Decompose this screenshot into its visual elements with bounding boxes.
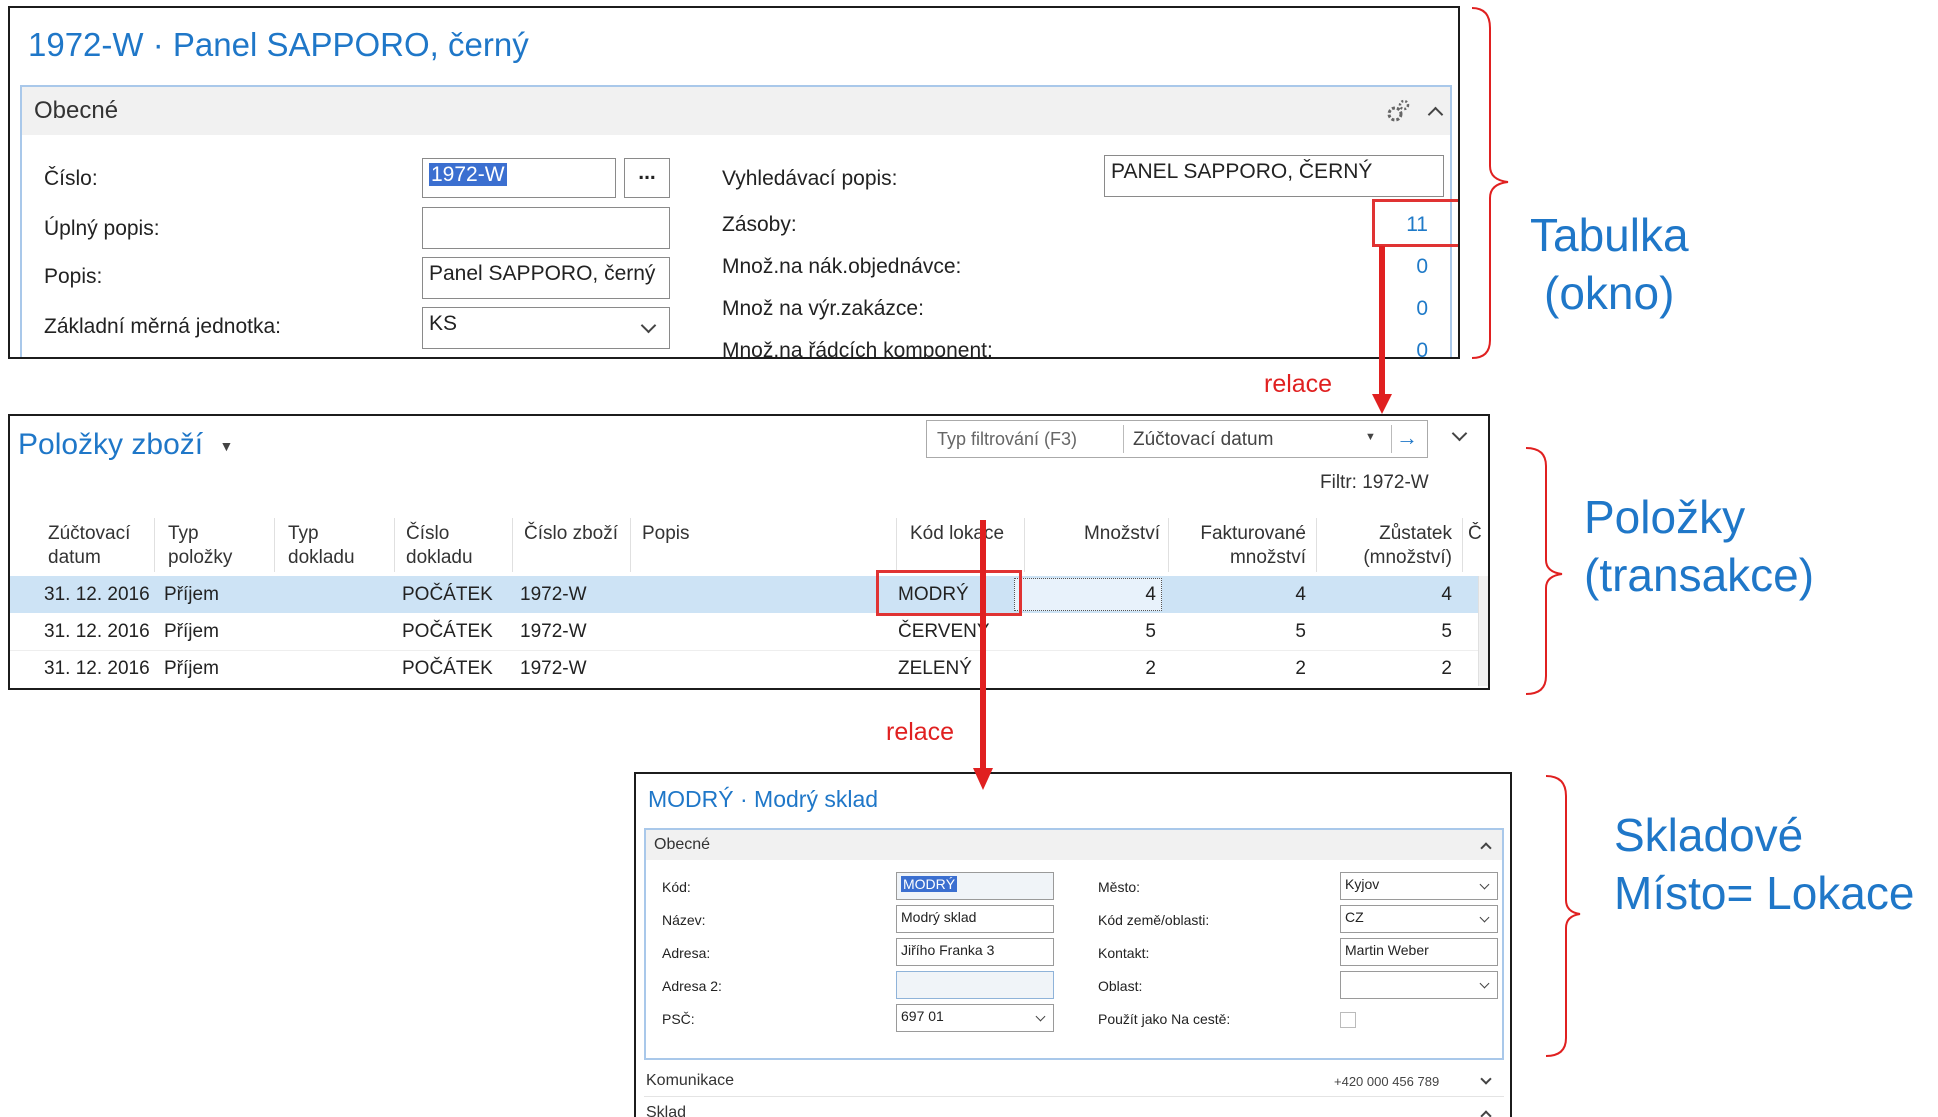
annotation-polozky-line1: Položky — [1584, 491, 1746, 543]
annotation-tabulka: Tabulka (okno) — [1530, 206, 1689, 322]
annotation-sklad-line1: Skladové — [1614, 809, 1804, 861]
annotation-sklad: Skladové Místo= Lokace — [1614, 806, 1914, 922]
annotation-tabulka-line2: (okno) — [1544, 267, 1675, 319]
annotation-polozky: Položky (transakce) — [1584, 488, 1814, 604]
annotation-tabulka-line1: Tabulka — [1530, 209, 1689, 261]
annotation-polozky-line2: (transakce) — [1584, 549, 1815, 601]
annotation-sklad-line2: Místo= Lokace — [1614, 867, 1915, 919]
